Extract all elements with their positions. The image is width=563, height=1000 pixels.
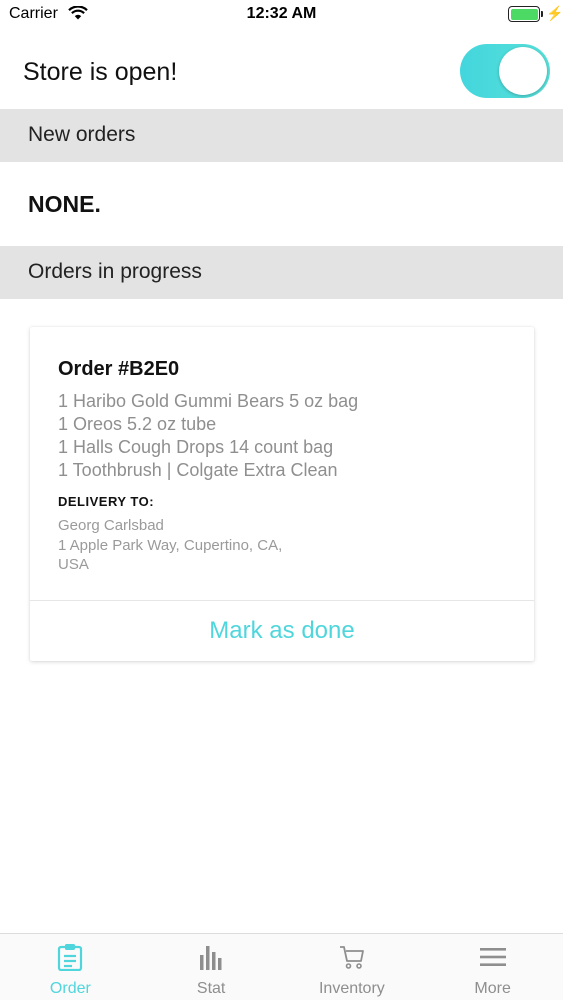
- cart-icon: [338, 943, 366, 976]
- mark-as-done-button[interactable]: Mark as done: [30, 601, 534, 661]
- address-line: 1 Apple Park Way, Cupertino, CA,: [58, 536, 283, 554]
- battery-icon: [508, 6, 540, 22]
- status-bar: Carrier 12:32 AM ⚡: [0, 0, 563, 30]
- clipboard-icon: [57, 943, 83, 976]
- delivery-address: Georg Carlsbad 1 Apple Park Way, Cuperti…: [58, 516, 328, 575]
- order-item: 1 Oreos 5.2 oz tube: [58, 414, 217, 434]
- tab-label: Order: [49, 980, 91, 997]
- bar-chart-icon: [198, 943, 224, 976]
- recipient-name: Georg Carlsbad: [58, 517, 164, 534]
- orders-in-progress-title: Orders in progress: [28, 260, 202, 283]
- tab-stat[interactable]: Stat: [141, 934, 282, 1000]
- new-orders-header: New orders: [0, 109, 563, 162]
- charging-icon: ⚡: [546, 5, 563, 21]
- tab-label: Inventory: [318, 980, 385, 997]
- tab-bar: Order Stat Inventory More: [0, 933, 563, 1000]
- order-title: Order #B2E0: [58, 358, 180, 380]
- store-open-toggle[interactable]: [460, 44, 550, 98]
- tab-more[interactable]: More: [422, 934, 563, 1000]
- order-item: 1 Toothbrush | Colgate Extra Clean: [58, 460, 338, 480]
- menu-icon: [479, 943, 507, 976]
- toggle-knob: [499, 47, 547, 95]
- tab-label: More: [474, 980, 511, 997]
- orders-in-progress-header: Orders in progress: [0, 246, 563, 299]
- tab-order[interactable]: Order: [0, 934, 141, 1000]
- order-item: 1 Haribo Gold Gummi Bears 5 oz bag: [58, 391, 359, 411]
- new-orders-empty: NONE.: [28, 191, 101, 217]
- order-items: 1 Haribo Gold Gummi Bears 5 oz bag 1 Ore…: [58, 390, 358, 482]
- address-line: USA: [58, 556, 89, 573]
- new-orders-title: New orders: [28, 123, 136, 146]
- order-card: Order #B2E0 1 Haribo Gold Gummi Bears 5 …: [30, 327, 534, 661]
- battery-tip: [541, 11, 543, 17]
- tab-inventory[interactable]: Inventory: [282, 934, 423, 1000]
- clock: 12:32 AM: [246, 5, 317, 22]
- store-status-label: Store is open!: [23, 58, 178, 86]
- tab-label: Stat: [196, 980, 226, 997]
- delivery-label: DELIVERY TO:: [58, 494, 155, 509]
- order-item: 1 Halls Cough Drops 14 count bag: [58, 437, 334, 457]
